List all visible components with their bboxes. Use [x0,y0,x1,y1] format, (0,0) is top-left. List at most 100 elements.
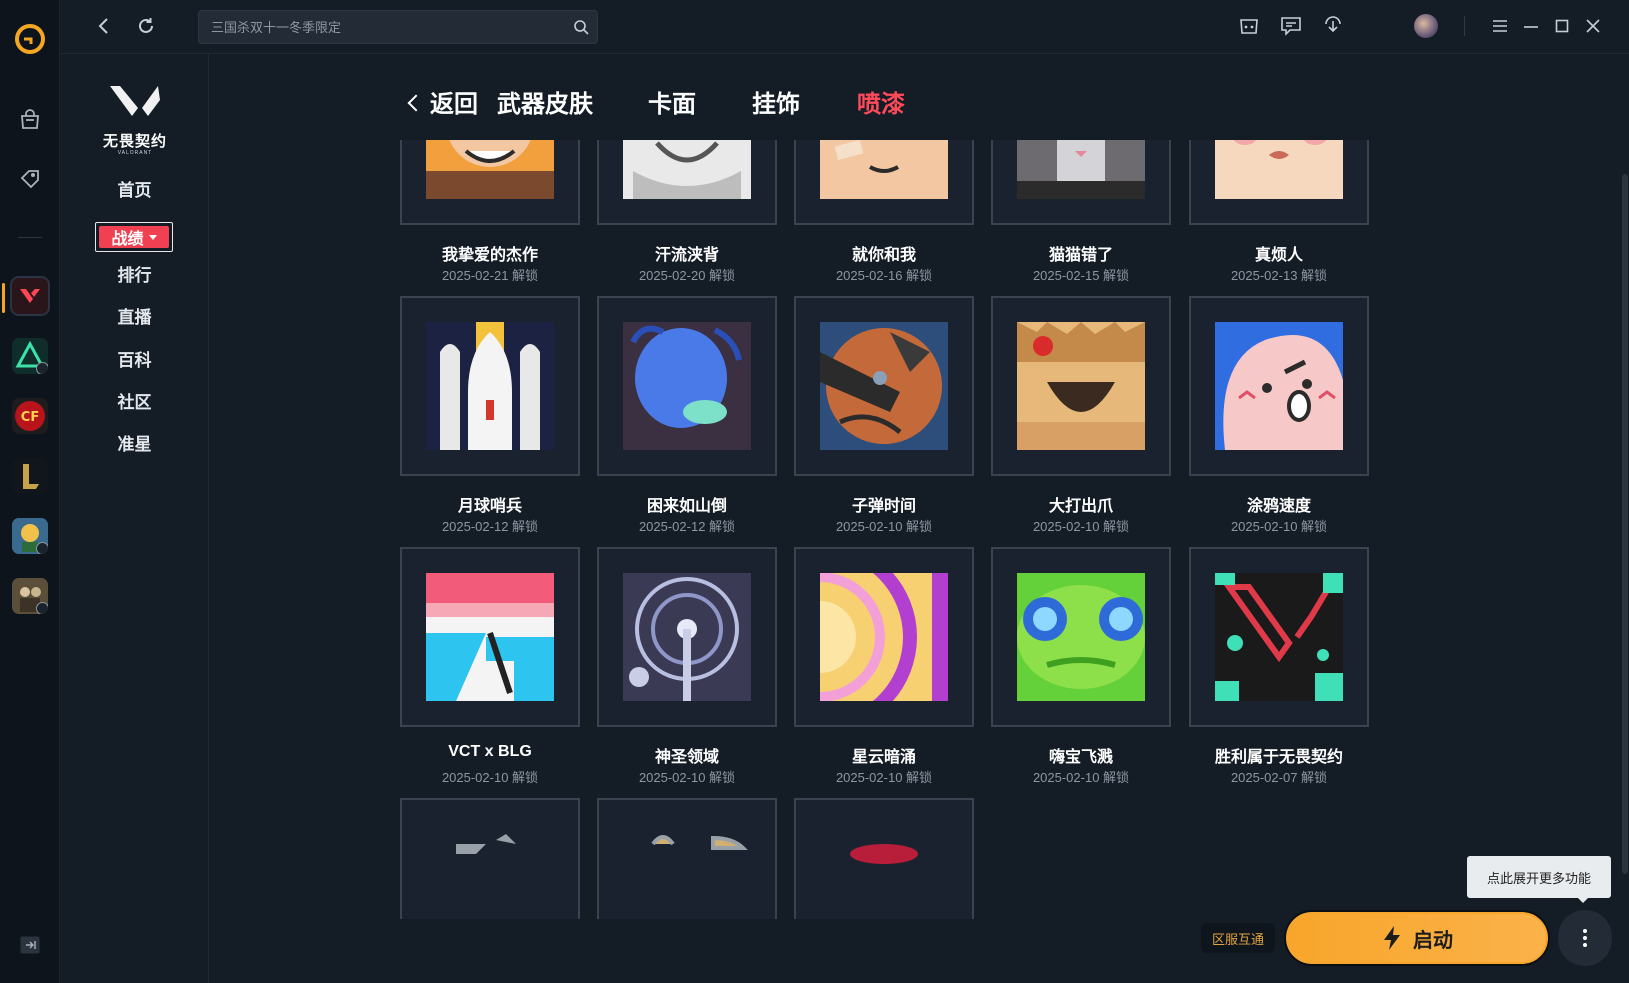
spray-frame [1189,547,1369,727]
spray-unlock-date: 2025-02-16 解锁 [835,268,933,283]
spray-unlock-date: 2025-02-21 解锁 [441,268,539,283]
download-badge-icon [36,602,48,614]
search-input[interactable] [211,11,551,43]
spray-image [820,322,948,450]
collapse-sidebar-icon[interactable] [20,936,40,954]
valorant-emblem-icon [110,86,160,116]
download-manager-icon[interactable] [1321,14,1345,38]
launcher-logo-icon[interactable] [15,24,45,54]
spray-name: 涂鸦速度 [1246,498,1311,515]
spray-frame [991,140,1171,225]
start-game-button[interactable]: 启动 [1284,910,1550,966]
spray-frame [794,798,974,919]
content-area: 返回 武器皮肤 卡面 挂饰 喷漆 我挚爱的杰作 2025-02-21 解锁 汗流浃背… [210,54,1629,983]
tab-sprays[interactable]: 喷漆 [857,84,905,119]
top-bar [60,0,1629,54]
spray-image [426,573,554,701]
more-functions-tooltip: 点此展开更多功能 [1467,856,1611,898]
spray-frame [400,547,580,727]
spray-frame [1189,140,1369,225]
spray-name: 月球哨兵 [457,498,522,515]
spray-unlock-date: 2025-02-12 解锁 [638,519,736,534]
message-icon[interactable] [1279,14,1303,38]
spray-frame [400,296,580,476]
rail-divider [18,237,42,238]
more-functions-button[interactable] [1558,910,1612,966]
close-icon[interactable] [1581,14,1605,38]
spray-frame [597,296,777,476]
tab-charms[interactable]: 挂饰 [752,84,800,119]
spray-unlock-date: 2025-02-10 解锁 [1032,519,1130,534]
spray-unlock-date: 2025-02-12 解锁 [441,519,539,534]
spray-name: 神圣领域 [654,749,719,766]
tab-cards[interactable]: 卡面 [648,84,696,119]
start-game-label: 启动 [1413,929,1453,952]
sidebar-item-ranking[interactable]: 排行 [60,261,209,286]
scrollbar[interactable] [1622,174,1628,874]
spray-grid: 我挚爱的杰作 2025-02-21 解锁 汗流浃背 2025-02-20 解锁 就你和我… [210,140,1629,919]
spray-unlock-date: 2025-02-13 解锁 [1230,268,1328,283]
sidebar-item-live[interactable]: 直播 [60,303,209,328]
spray-name: 真烦人 [1254,247,1303,264]
game-logo-text: 无畏契约 [102,133,167,150]
spray-image [1017,140,1145,199]
spray-frame [1189,296,1369,476]
valorant-game-icon[interactable] [10,276,50,316]
user-avatar[interactable] [1414,14,1438,38]
game-sidebar: 无畏契约 VALORANT 首页 战绩 排行 直播 百科 社区 准星 [60,54,209,983]
sidebar-item-community[interactable]: 社区 [60,388,209,413]
gamepad-icon[interactable] [1237,14,1261,38]
sidebar-item-stats-label: 战绩 [99,226,169,248]
tab-weapon-skins[interactable]: 武器皮肤 [497,84,593,119]
spray-unlock-date: 2025-02-20 解锁 [638,268,736,283]
search-icon[interactable] [573,19,589,35]
spray-frame [400,140,580,225]
active-game-indicator [2,283,5,313]
game-icon-6[interactable] [12,578,48,614]
maximize-icon[interactable] [1550,14,1574,38]
spray-image [1017,573,1145,701]
sidebar-item-home[interactable]: 首页 [60,176,209,201]
store-bag-icon[interactable] [14,104,46,136]
back-nav-icon[interactable] [92,14,116,38]
spray-image [820,140,948,199]
region-interop-badge: 区服互通 [1201,923,1275,953]
back-button[interactable]: 返回 [407,84,478,119]
lightning-icon [1384,926,1400,950]
spray-image [820,824,948,919]
valorant-logo: 无畏契约 VALORANT [96,82,174,160]
chevron-left-icon [407,94,425,111]
game-icon-2[interactable] [12,338,48,374]
download-badge-icon [36,362,48,374]
game-icon-5[interactable] [12,518,48,554]
menu-icon[interactable] [1488,14,1512,38]
spray-image [426,140,554,199]
spray-unlock-date: 2025-02-07 解锁 [1230,770,1328,785]
minimize-icon[interactable] [1519,14,1543,38]
spray-name: 我挚爱的杰作 [441,247,538,264]
chevron-down-icon [148,234,157,240]
sidebar-item-crosshair[interactable]: 准星 [60,430,209,455]
spray-unlock-date: 2025-02-10 解锁 [1032,770,1130,785]
more-vertical-icon [1583,929,1587,947]
game-library-icon[interactable] [14,162,46,194]
crossfire-game-icon[interactable]: CF [12,398,48,434]
sidebar-item-wiki[interactable]: 百科 [60,346,209,371]
spray-frame [991,547,1171,727]
spray-unlock-date: 2025-02-10 解锁 [1230,519,1328,534]
launcher-rail: CF [0,0,60,983]
spray-unlock-date: 2025-02-10 解锁 [638,770,736,785]
spray-name: 胜利属于无畏契约 [1214,749,1343,766]
refresh-icon[interactable] [134,14,158,38]
spray-frame [597,798,777,919]
sidebar-item-stats[interactable]: 战绩 [95,222,173,252]
spray-image [820,573,948,701]
search-box[interactable] [198,10,598,44]
spray-frame [597,140,777,225]
league-game-icon[interactable] [12,458,48,494]
sidebar-item-stats-text: 战绩 [111,231,144,248]
spray-unlock-date: 2025-02-10 解锁 [441,770,539,785]
spray-name: 就你和我 [851,247,916,264]
svg-text:CF: CF [21,410,39,425]
spray-image [1215,140,1343,199]
